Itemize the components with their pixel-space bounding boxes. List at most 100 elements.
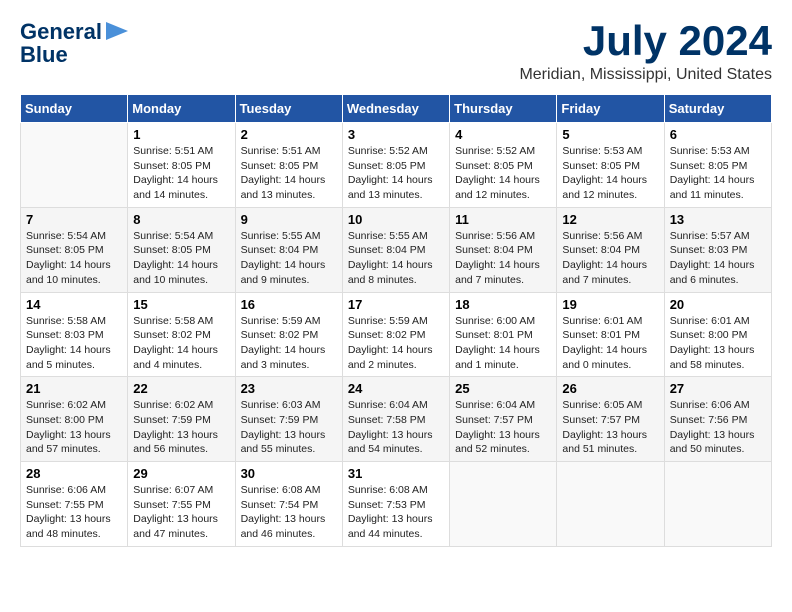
calendar-header-row: SundayMondayTuesdayWednesdayThursdayFrid… [21, 95, 772, 123]
calendar-cell: 15Sunrise: 5:58 AMSunset: 8:02 PMDayligh… [128, 292, 235, 377]
day-number: 10 [348, 212, 444, 227]
day-number: 14 [26, 297, 122, 312]
day-number: 7 [26, 212, 122, 227]
cell-content: Sunrise: 5:54 AMSunset: 8:05 PMDaylight:… [133, 229, 229, 288]
day-number: 4 [455, 127, 551, 142]
day-number: 6 [670, 127, 766, 142]
cell-content: Sunrise: 5:59 AMSunset: 8:02 PMDaylight:… [348, 314, 444, 373]
cell-content: Sunrise: 5:59 AMSunset: 8:02 PMDaylight:… [241, 314, 337, 373]
calendar-cell: 11 Sunrise: 5:56 AMSunset: 8:04 PMDayligh… [450, 207, 557, 292]
day-number: 29 [133, 466, 229, 481]
main-title: July 2024 [519, 20, 772, 62]
day-number: 16 [241, 297, 337, 312]
calendar-cell: 6Sunrise: 5:53 AMSunset: 8:05 PMDaylight… [664, 123, 771, 208]
column-header-sunday: Sunday [21, 95, 128, 123]
day-number: 23 [241, 381, 337, 396]
calendar-cell: 13Sunrise: 5:57 AMSunset: 8:03 PMDayligh… [664, 207, 771, 292]
logo: General Blue [20, 20, 128, 67]
cell-content: Sunrise: 5:55 AMSunset: 8:04 PMDaylight:… [348, 229, 444, 288]
calendar-week-row: 7 Sunrise: 5:54 AMSunset: 8:05 PMDaylight… [21, 207, 772, 292]
calendar-cell: 19Sunrise: 6:01 AMSunset: 8:01 PMDayligh… [557, 292, 664, 377]
calendar-cell: 4 Sunrise: 5:52 AMSunset: 8:05 PMDaylight… [450, 123, 557, 208]
day-number: 1 [133, 127, 229, 142]
cell-content: Sunrise: 6:07 AMSunset: 7:55 PMDaylight:… [133, 483, 229, 542]
day-number: 17 [348, 297, 444, 312]
calendar-week-row: 1 Sunrise: 5:51 AMSunset: 8:05 PMDaylight… [21, 123, 772, 208]
cell-content: Sunrise: 5:52 AMSunset: 8:05 PMDaylight:… [348, 144, 444, 203]
day-number: 19 [562, 297, 658, 312]
column-header-friday: Friday [557, 95, 664, 123]
calendar-cell: 10 Sunrise: 5:55 AMSunset: 8:04 PMDayligh… [342, 207, 449, 292]
day-number: 30 [241, 466, 337, 481]
day-number: 5 [562, 127, 658, 142]
logo-text-line1: General [20, 20, 102, 44]
column-header-tuesday: Tuesday [235, 95, 342, 123]
column-header-thursday: Thursday [450, 95, 557, 123]
day-number: 15 [133, 297, 229, 312]
calendar-cell [450, 462, 557, 547]
day-number: 12 [562, 212, 658, 227]
cell-content: Sunrise: 5:51 AMSunset: 8:05 PMDaylight:… [133, 144, 229, 203]
calendar-table: SundayMondayTuesdayWednesdayThursdayFrid… [20, 94, 772, 547]
calendar-cell: 22 Sunrise: 6:02 AMSunset: 7:59 PMDayligh… [128, 377, 235, 462]
calendar-cell: 25 Sunrise: 6:04 AMSunset: 7:57 PMDayligh… [450, 377, 557, 462]
calendar-cell: 16 Sunrise: 5:59 AMSunset: 8:02 PMDayligh… [235, 292, 342, 377]
calendar-cell: 27 Sunrise: 6:06 AMSunset: 7:56 PMDayligh… [664, 377, 771, 462]
day-number: 2 [241, 127, 337, 142]
day-number: 25 [455, 381, 551, 396]
calendar-cell: 29 Sunrise: 6:07 AMSunset: 7:55 PMDayligh… [128, 462, 235, 547]
calendar-cell: 5 Sunrise: 5:53 AMSunset: 8:05 PMDaylight… [557, 123, 664, 208]
cell-content: Sunrise: 6:06 AMSunset: 7:55 PMDaylight:… [26, 483, 122, 542]
cell-content: Sunrise: 6:05 AMSunset: 7:57 PMDaylight:… [562, 398, 658, 457]
calendar-cell: 23 Sunrise: 6:03 AMSunset: 7:59 PMDayligh… [235, 377, 342, 462]
calendar-cell: 9Sunrise: 5:55 AMSunset: 8:04 PMDaylight… [235, 207, 342, 292]
day-number: 18 [455, 297, 551, 312]
cell-content: Sunrise: 5:51 AMSunset: 8:05 PMDaylight:… [241, 144, 337, 203]
calendar-week-row: 21Sunrise: 6:02 AMSunset: 8:00 PMDayligh… [21, 377, 772, 462]
day-number: 20 [670, 297, 766, 312]
cell-content: Sunrise: 5:57 AMSunset: 8:03 PMDaylight:… [670, 229, 766, 288]
cell-content: Sunrise: 6:04 AMSunset: 7:58 PMDaylight:… [348, 398, 444, 457]
calendar-cell: 3Sunrise: 5:52 AMSunset: 8:05 PMDaylight… [342, 123, 449, 208]
cell-content: Sunrise: 5:56 AMSunset: 8:04 PMDaylight:… [455, 229, 551, 288]
logo-text-line2: Blue [20, 43, 68, 67]
calendar-cell: 24Sunrise: 6:04 AMSunset: 7:58 PMDayligh… [342, 377, 449, 462]
subtitle: Meridian, Mississippi, United States [519, 66, 772, 84]
cell-content: Sunrise: 6:04 AMSunset: 7:57 PMDaylight:… [455, 398, 551, 457]
day-number: 21 [26, 381, 122, 396]
cell-content: Sunrise: 5:53 AMSunset: 8:05 PMDaylight:… [562, 144, 658, 203]
day-number: 22 [133, 381, 229, 396]
day-number: 11 [455, 212, 551, 227]
day-number: 26 [562, 381, 658, 396]
day-number: 27 [670, 381, 766, 396]
cell-content: Sunrise: 6:06 AMSunset: 7:56 PMDaylight:… [670, 398, 766, 457]
day-number: 9 [241, 212, 337, 227]
cell-content: Sunrise: 6:01 AMSunset: 8:00 PMDaylight:… [670, 314, 766, 373]
calendar-cell: 17 Sunrise: 5:59 AMSunset: 8:02 PMDayligh… [342, 292, 449, 377]
cell-content: Sunrise: 5:54 AMSunset: 8:05 PMDaylight:… [26, 229, 122, 288]
calendar-cell: 12 Sunrise: 5:56 AMSunset: 8:04 PMDayligh… [557, 207, 664, 292]
cell-content: Sunrise: 6:08 AMSunset: 7:53 PMDaylight:… [348, 483, 444, 542]
page-header: General Blue July 2024 Meridian, Mississ… [20, 20, 772, 84]
cell-content: Sunrise: 6:02 AMSunset: 7:59 PMDaylight:… [133, 398, 229, 457]
cell-content: Sunrise: 5:56 AMSunset: 8:04 PMDaylight:… [562, 229, 658, 288]
calendar-cell: 31Sunrise: 6:08 AMSunset: 7:53 PMDayligh… [342, 462, 449, 547]
calendar-cell: 8 Sunrise: 5:54 AMSunset: 8:05 PMDaylight… [128, 207, 235, 292]
calendar-cell [664, 462, 771, 547]
calendar-cell: 21Sunrise: 6:02 AMSunset: 8:00 PMDayligh… [21, 377, 128, 462]
logo-arrow-icon [106, 22, 128, 40]
cell-content: Sunrise: 6:00 AMSunset: 8:01 PMDaylight:… [455, 314, 551, 373]
calendar-cell: 7 Sunrise: 5:54 AMSunset: 8:05 PMDaylight… [21, 207, 128, 292]
day-number: 8 [133, 212, 229, 227]
calendar-cell: 2 Sunrise: 5:51 AMSunset: 8:05 PMDaylight… [235, 123, 342, 208]
calendar-cell: 20 Sunrise: 6:01 AMSunset: 8:00 PMDayligh… [664, 292, 771, 377]
cell-content: Sunrise: 5:58 AMSunset: 8:03 PMDaylight:… [26, 314, 122, 373]
calendar-week-row: 28Sunrise: 6:06 AMSunset: 7:55 PMDayligh… [21, 462, 772, 547]
column-header-monday: Monday [128, 95, 235, 123]
cell-content: Sunrise: 6:03 AMSunset: 7:59 PMDaylight:… [241, 398, 337, 457]
calendar-cell: 26 Sunrise: 6:05 AMSunset: 7:57 PMDayligh… [557, 377, 664, 462]
calendar-cell: 1 Sunrise: 5:51 AMSunset: 8:05 PMDaylight… [128, 123, 235, 208]
title-section: July 2024 Meridian, Mississippi, United … [519, 20, 772, 84]
calendar-cell [21, 123, 128, 208]
cell-content: Sunrise: 5:52 AMSunset: 8:05 PMDaylight:… [455, 144, 551, 203]
